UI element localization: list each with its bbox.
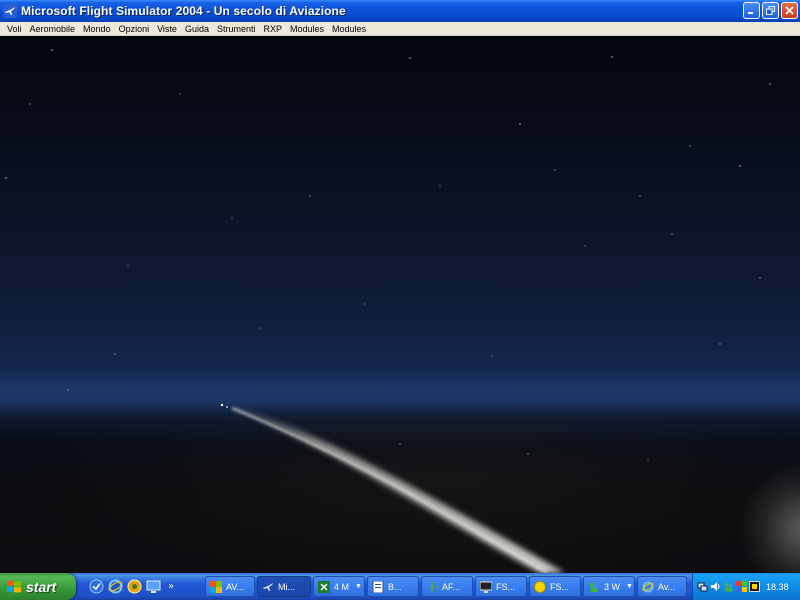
night-scene	[5, 49, 771, 573]
aircraft-lights	[220, 403, 228, 408]
minimize-icon	[748, 12, 753, 14]
task-buttons: AV... Mi... 4 M ▼ B... AF... FS... FS...…	[205, 576, 687, 597]
task-label: FS...	[550, 581, 570, 592]
task-button-af[interactable]: AF...	[421, 576, 473, 597]
task-button-flight-sim[interactable]: Mi...	[257, 576, 311, 597]
smoke-trail	[230, 406, 565, 573]
yellow-circle-icon	[534, 580, 546, 593]
task-button-fs-1[interactable]: FS...	[475, 576, 527, 597]
task-label: 4 M	[334, 581, 350, 592]
window-controls	[743, 2, 798, 19]
task-label: B...	[388, 581, 402, 592]
menu-mondo[interactable]: Mondo	[79, 22, 115, 36]
windows-app-icon	[210, 580, 222, 593]
start-label: start	[26, 578, 57, 595]
menu-opzioni[interactable]: Opzioni	[115, 22, 154, 36]
internet-explorer-icon[interactable]	[107, 579, 123, 595]
menu-voli[interactable]: Voli	[3, 22, 26, 36]
task-label: AF...	[442, 581, 461, 592]
task-label: AV...	[226, 581, 245, 592]
menu-modules-2[interactable]: Modules	[328, 22, 370, 36]
desktop-icon[interactable]	[145, 579, 161, 595]
messenger-tray-icon[interactable]	[723, 581, 734, 592]
task-label: 3 W	[604, 581, 621, 592]
antivirus-icon[interactable]	[749, 581, 760, 592]
window-title: Microsoft Flight Simulator 2004 - Un sec…	[21, 4, 346, 18]
menu-aeromobile[interactable]: Aeromobile	[26, 22, 80, 36]
restore-icon	[766, 6, 775, 15]
clock[interactable]: 18.38	[766, 582, 789, 592]
menu-guida[interactable]: Guida	[181, 22, 213, 36]
group-arrow-icon: ▼	[626, 583, 633, 590]
quick-launch-more[interactable]: »	[168, 581, 174, 592]
menu-bar: Voli Aeromobile Mondo Opzioni Viste Guid…	[0, 22, 800, 36]
quick-launch: »	[82, 573, 200, 600]
task-label: FS...	[496, 581, 516, 592]
flight-sim-icon	[262, 581, 274, 593]
security-icon[interactable]	[736, 581, 747, 592]
monitor-icon	[480, 581, 492, 593]
task-label: Mi...	[278, 581, 295, 592]
stars	[5, 49, 771, 461]
group-arrow-icon: ▼	[355, 583, 362, 590]
menu-viste[interactable]: Viste	[153, 22, 181, 36]
flight-sim-icon	[3, 4, 17, 18]
internet-explorer-icon	[642, 581, 654, 593]
windows-logo-icon	[7, 580, 21, 592]
close-icon	[785, 6, 794, 15]
menu-modules[interactable]: Modules	[286, 22, 328, 36]
task-button-av[interactable]: AV...	[205, 576, 255, 597]
restore-button[interactable]	[762, 2, 779, 19]
menu-strumenti[interactable]: Strumenti	[213, 22, 260, 36]
menu-rxp[interactable]: RXP	[260, 22, 287, 36]
smoke-cloud	[740, 463, 800, 573]
messenger-icon	[588, 581, 600, 593]
task-button-excel-group[interactable]: 4 M ▼	[313, 576, 365, 597]
document-icon	[372, 580, 384, 593]
excel-icon	[318, 580, 330, 593]
outlook-express-icon[interactable]	[88, 579, 104, 595]
taskbar: start » AV... Mi... 4 M ▼ B... AF... FS.…	[0, 573, 800, 600]
minimize-button[interactable]	[743, 2, 760, 19]
task-button-av-ie[interactable]: Av...	[637, 576, 687, 597]
title-bar[interactable]: Microsoft Flight Simulator 2004 - Un sec…	[0, 0, 800, 22]
plane-icon	[426, 581, 438, 593]
network-icon[interactable]	[697, 581, 708, 592]
media-icon[interactable]	[126, 579, 142, 595]
task-button-messenger-group[interactable]: 3 W ▼	[583, 576, 635, 597]
start-button[interactable]: start	[0, 573, 76, 600]
task-label: Av...	[658, 581, 676, 592]
simulator-viewport[interactable]	[0, 36, 800, 573]
task-button-b[interactable]: B...	[367, 576, 419, 597]
task-button-fs-2[interactable]: FS...	[529, 576, 581, 597]
system-tray: 18.38	[692, 573, 800, 600]
volume-icon[interactable]	[710, 581, 721, 592]
close-button[interactable]	[781, 2, 798, 19]
